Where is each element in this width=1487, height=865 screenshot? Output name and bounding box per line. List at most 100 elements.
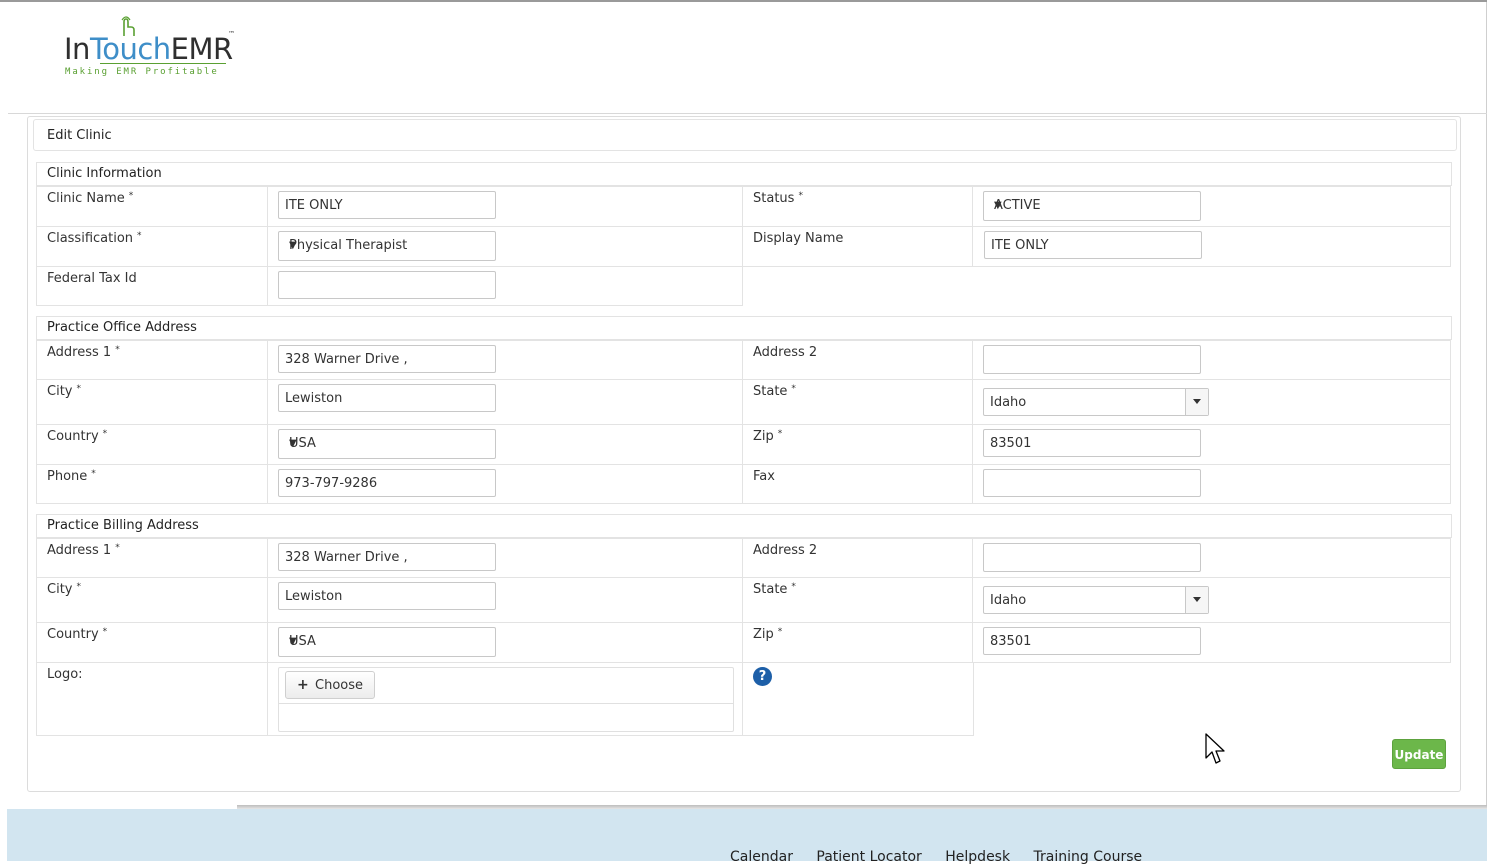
logo-label: Logo: <box>47 667 83 682</box>
classification-label: Classification * <box>47 231 142 246</box>
office-zip-input[interactable]: 83501 <box>983 429 1201 457</box>
form-row: City * Lewiston State * Idaho <box>36 577 1451 623</box>
clinic-name-input[interactable]: ITE ONLY <box>278 191 496 219</box>
label-cell: State * <box>742 379 973 425</box>
field-cell: Lewiston <box>267 577 743 623</box>
office-city-input[interactable]: Lewiston <box>278 384 496 412</box>
display-name-input[interactable]: ITE ONLY <box>984 231 1202 259</box>
logo-upload-area[interactable]: + Choose <box>278 667 734 732</box>
address2-label: Address 2 <box>753 345 818 360</box>
label-cell: Display Name <box>742 226 973 267</box>
form-row: Clinic Name * ITE ONLY Status * ACTIVE ▼ <box>36 186 1451 227</box>
label-cell: Address 2 <box>742 538 973 578</box>
footer-bar: Calendar Patient Locator Helpdesk Traini… <box>7 809 1487 865</box>
form-row: Classification * Physical Therapist ▼ Disp… <box>36 226 1451 267</box>
field-cell: USA ▼ <box>267 424 743 465</box>
field-cell: 83501 <box>972 424 1451 465</box>
label-cell: Zip * <box>742 424 973 465</box>
field-cell: ACTIVE ▼ <box>972 186 1451 227</box>
form-row: Logo: + Choose ? <box>36 662 1451 736</box>
city-label: City * <box>47 384 81 399</box>
label-cell: Address 2 <box>742 340 973 380</box>
dropdown-arrow-icon: ▼ <box>289 438 297 449</box>
section-practice-office-address: Practice Office Address <box>36 316 1452 340</box>
field-cell: 328 Warner Drive , <box>267 538 743 578</box>
fax-label: Fax <box>753 469 775 484</box>
label-cell: Fax <box>742 464 973 504</box>
office-address2-input[interactable] <box>983 345 1201 374</box>
field-cell: Physical Therapist ▼ <box>267 226 743 267</box>
field-cell <box>972 340 1451 380</box>
footer-nav: Calendar Patient Locator Helpdesk Traini… <box>730 849 1161 865</box>
upload-toolbar: + Choose <box>279 668 733 704</box>
section-title: Practice Office Address <box>47 320 197 335</box>
zip-label: Zip * <box>753 429 783 444</box>
label-cell: State * <box>742 577 973 623</box>
caret-down-icon <box>1193 399 1201 404</box>
mouse-pointer-icon <box>1205 733 1225 764</box>
billing-address2-input[interactable] <box>983 543 1201 572</box>
office-fax-input[interactable] <box>983 469 1201 497</box>
office-phone-input[interactable]: 973-797-9286 <box>278 469 496 497</box>
label-cell: Zip * <box>742 622 973 663</box>
form-row: Address 1 * 328 Warner Drive , Address 2 <box>36 538 1451 578</box>
form-row: Address 1 * 328 Warner Drive , Address 2 <box>36 340 1451 380</box>
city-label: City * <box>47 582 81 597</box>
footer-link-training-course[interactable]: Training Course <box>1034 849 1143 865</box>
question-circle-icon[interactable]: ? <box>753 667 772 686</box>
top-border <box>0 0 1487 2</box>
field-cell: Idaho <box>972 577 1451 623</box>
field-cell <box>972 538 1451 578</box>
label-cell: City * <box>36 577 268 623</box>
state-dropdown-button[interactable] <box>1185 587 1208 613</box>
dropdown-arrow-icon: ▼ <box>994 200 1002 211</box>
form-row: Country * USA ▼ Zip * 83501 <box>36 424 1451 465</box>
footer-link-calendar[interactable]: Calendar <box>730 849 793 865</box>
federal-tax-id-input[interactable] <box>278 271 496 299</box>
plus-icon: + <box>297 677 309 693</box>
section-practice-billing-address: Practice Billing Address <box>36 514 1452 538</box>
logo-underline <box>100 63 226 64</box>
label-cell: Logo: <box>36 662 268 736</box>
federal-tax-id-label: Federal Tax Id <box>47 271 137 286</box>
office-country-select[interactable]: USA ▼ <box>278 429 496 459</box>
billing-country-select[interactable]: USA ▼ <box>278 627 496 657</box>
label-cell: Federal Tax Id <box>36 266 268 306</box>
section-title: Practice Billing Address <box>47 518 199 533</box>
classification-select[interactable]: Physical Therapist ▼ <box>278 231 496 261</box>
footer-link-helpdesk[interactable]: Helpdesk <box>945 849 1010 865</box>
display-name-label: Display Name <box>753 231 844 246</box>
form-row: Country * USA ▼ Zip * 83501 <box>36 622 1451 663</box>
field-cell: Lewiston <box>267 379 743 425</box>
field-cell: Idaho <box>972 379 1451 425</box>
state-label: State * <box>753 384 796 399</box>
field-cell: + Choose <box>267 662 743 736</box>
intouch-emr-logo[interactable]: InTouchEMR ™ Making EMR Profitable <box>64 12 244 82</box>
billing-city-input[interactable]: Lewiston <box>278 582 496 610</box>
trademark-symbol: ™ <box>228 30 235 38</box>
label-cell: Address 1 * <box>36 538 268 578</box>
section-clinic-information: Clinic Information <box>36 162 1452 186</box>
footer-link-patient-locator[interactable]: Patient Locator <box>816 849 921 865</box>
choose-file-button[interactable]: + Choose <box>285 671 375 699</box>
status-select[interactable]: ACTIVE ▼ <box>983 191 1201 221</box>
state-dropdown-button[interactable] <box>1185 389 1208 415</box>
office-address1-input[interactable]: 328 Warner Drive , <box>278 345 496 373</box>
zip-label: Zip * <box>753 627 783 642</box>
dropdown-arrow-icon: ▼ <box>289 240 297 251</box>
clinic-name-label: Clinic Name * <box>47 191 134 206</box>
field-cell: 328 Warner Drive , <box>267 340 743 380</box>
help-cell: ? <box>742 662 974 736</box>
billing-address1-input[interactable]: 328 Warner Drive , <box>278 543 496 571</box>
caret-down-icon <box>1193 597 1201 602</box>
office-state-select[interactable]: Idaho <box>983 388 1209 416</box>
label-cell: Phone * <box>36 464 268 504</box>
address1-label: Address 1 * <box>47 345 120 360</box>
address1-label: Address 1 * <box>47 543 120 558</box>
dropdown-arrow-icon: ▼ <box>289 636 297 647</box>
update-button[interactable]: Update <box>1392 739 1446 769</box>
country-label: Country * <box>47 627 108 642</box>
billing-zip-input[interactable]: 83501 <box>983 627 1201 655</box>
billing-state-select[interactable]: Idaho <box>983 586 1209 614</box>
label-cell: Status * <box>742 186 973 227</box>
